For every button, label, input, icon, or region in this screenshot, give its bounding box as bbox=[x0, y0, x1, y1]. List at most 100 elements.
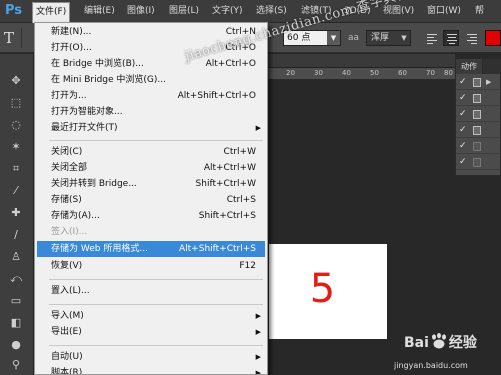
lasso-tool-icon[interactable]: ◌ bbox=[9, 118, 23, 132]
action-row[interactable]: ✓ bbox=[456, 107, 501, 122]
action-row[interactable]: ✓ bbox=[456, 91, 501, 106]
marquee-tool-icon[interactable]: ⬚ bbox=[9, 96, 23, 110]
text-color-swatch[interactable] bbox=[485, 30, 501, 46]
menu-type[interactable]: 文字(Y) bbox=[209, 3, 246, 20]
menu-item-label: 关闭全部 bbox=[51, 163, 88, 173]
ruler-label: 80 bbox=[444, 69, 453, 77]
menu-item-automate[interactable]: 自动(U) ▶ bbox=[37, 349, 265, 365]
dialog-toggle-icon[interactable] bbox=[473, 110, 481, 119]
menu-item-browse-bridge[interactable]: 在 Bridge 中浏览(B)... Alt+Ctrl+O bbox=[37, 56, 265, 72]
menu-item-import[interactable]: 导入(M) ▶ bbox=[37, 308, 265, 324]
action-row[interactable]: ✓ bbox=[456, 139, 501, 154]
ruler-label: 70 bbox=[426, 69, 435, 77]
magic-wand-icon[interactable]: ✶ bbox=[9, 140, 23, 154]
checkmark-icon[interactable]: ✓ bbox=[459, 140, 467, 153]
menu-item-revert[interactable]: 恢复(V) F12 bbox=[37, 258, 265, 274]
menu-item-label: 脚本(R) bbox=[51, 368, 83, 375]
menu-separator bbox=[49, 304, 263, 305]
dialog-toggle-icon[interactable] bbox=[473, 158, 481, 167]
ruler-label: 60 bbox=[398, 69, 407, 77]
align-right-button[interactable] bbox=[463, 30, 479, 46]
healing-brush-icon[interactable]: ✚ bbox=[9, 206, 23, 220]
menu-help[interactable]: 帮 bbox=[472, 3, 487, 20]
checkmark-icon[interactable]: ✓ bbox=[459, 124, 467, 137]
menu-item-shortcut: Alt+Ctrl+W bbox=[203, 163, 256, 173]
dialog-toggle-icon[interactable] bbox=[473, 78, 481, 87]
menu-edit[interactable]: 编辑(E) bbox=[81, 3, 118, 20]
paw-icon bbox=[431, 333, 446, 349]
menu-item-shortcut: Ctrl+S bbox=[226, 195, 256, 205]
menu-item-open-as[interactable]: 打开为... Alt+Shift+Ctrl+O bbox=[37, 88, 265, 104]
action-row[interactable]: ✓ bbox=[456, 123, 501, 138]
actions-panel: 动作 ✓ ▶ ✓ ✓ ✓ ✓ ✓ bbox=[455, 58, 501, 176]
menu-item-recent-files[interactable]: 最近打开文件(T) ▶ bbox=[37, 120, 265, 136]
menu-separator bbox=[49, 345, 263, 346]
checkmark-icon[interactable]: ✓ bbox=[459, 76, 467, 89]
menu-item-label: 存储(S) bbox=[51, 195, 82, 205]
dodge-tool-icon[interactable]: ⚲ bbox=[9, 358, 23, 372]
menu-item-scripts[interactable]: 脚本(R) ▶ bbox=[37, 365, 265, 375]
tab-actions[interactable]: 动作 bbox=[456, 59, 483, 74]
dialog-toggle-icon[interactable] bbox=[473, 142, 481, 151]
menu-item-close-all[interactable]: 关闭全部 Alt+Ctrl+W bbox=[37, 160, 265, 176]
checkmark-icon[interactable]: ✓ bbox=[459, 92, 467, 105]
antialias-value: 浑厚 bbox=[371, 33, 390, 43]
dialog-toggle-icon[interactable] bbox=[473, 126, 481, 135]
menu-item-save[interactable]: 存储(S) Ctrl+S bbox=[37, 192, 265, 208]
menu-item-label: 最近打开文件(T) bbox=[51, 123, 118, 133]
menu-image[interactable]: 图像(I) bbox=[124, 3, 158, 20]
antialias-icon: aa bbox=[348, 33, 360, 43]
menu-item-label: 在 Mini Bridge 中浏览(G)... bbox=[51, 75, 166, 85]
gradient-tool-icon[interactable]: ◧ bbox=[9, 316, 23, 330]
menu-item-open-smart-object[interactable]: 打开为智能对象... bbox=[37, 104, 265, 120]
history-brush-icon[interactable]: ⤺ bbox=[9, 272, 23, 286]
antialias-select[interactable]: 浑厚 ▼ bbox=[366, 30, 411, 46]
submenu-arrow-icon: ▶ bbox=[255, 328, 261, 336]
submenu-arrow-icon: ▶ bbox=[255, 124, 261, 132]
menu-item-label: 导出(E) bbox=[51, 327, 82, 337]
menu-item-shortcut: Alt+Ctrl+O bbox=[205, 59, 256, 69]
menu-item-save-for-web[interactable]: 存储为 Web 所用格式... Alt+Shift+Ctrl+S bbox=[37, 241, 265, 257]
menu-item-label: 关闭并转到 Bridge... bbox=[51, 179, 137, 189]
menu-item-browse-mini-bridge[interactable]: 在 Mini Bridge 中浏览(G)... bbox=[37, 72, 265, 88]
dialog-toggle-icon[interactable] bbox=[473, 94, 481, 103]
ruler-label: 40 bbox=[342, 69, 351, 77]
menu-item-close-go-bridge[interactable]: 关闭并转到 Bridge... Shift+Ctrl+W bbox=[37, 176, 265, 192]
menu-item-label: 打开(O)... bbox=[51, 43, 92, 53]
clone-stamp-icon[interactable]: ♙ bbox=[9, 250, 23, 264]
checkmark-icon[interactable]: ✓ bbox=[459, 108, 467, 121]
action-row[interactable]: ✓ bbox=[456, 155, 501, 170]
menu-window[interactable]: 窗口(W) bbox=[424, 3, 464, 20]
checkmark-icon[interactable]: ✓ bbox=[459, 156, 467, 169]
move-tool-icon[interactable]: ✥ bbox=[9, 74, 23, 88]
submenu-arrow-icon: ▶ bbox=[255, 353, 261, 361]
menu-bar: Ps 文件(F) 编辑(E) 图像(I) 图层(L) 文字(Y) 选择(S) 滤… bbox=[0, 0, 501, 23]
ruler-label: 50 bbox=[370, 69, 379, 77]
menu-item-close[interactable]: 关闭(C) Ctrl+W bbox=[37, 144, 265, 160]
menu-item-place[interactable]: 置入(L)... bbox=[37, 283, 265, 299]
brush-tool-icon[interactable]: ∕ bbox=[9, 228, 23, 242]
expand-arrow-icon[interactable]: ▶ bbox=[486, 76, 491, 89]
menu-item-shortcut: Shift+Ctrl+W bbox=[195, 179, 256, 189]
document-canvas[interactable]: 5 bbox=[269, 244, 387, 339]
ruler-label: 30 bbox=[314, 69, 323, 77]
menu-item-save-as[interactable]: 存储为(A)... Shift+Ctrl+S bbox=[37, 208, 265, 224]
menu-item-shortcut: Shift+Ctrl+S bbox=[198, 211, 256, 221]
align-center-button[interactable] bbox=[443, 30, 459, 46]
menu-item-export[interactable]: 导出(E) ▶ bbox=[37, 324, 265, 340]
chevron-down-icon[interactable]: ▼ bbox=[327, 31, 340, 45]
menu-item-label: 打开为智能对象... bbox=[51, 107, 123, 117]
menu-item-label: 恢复(V) bbox=[51, 261, 83, 271]
action-row[interactable]: ✓ ▶ bbox=[456, 75, 501, 90]
menu-layer[interactable]: 图层(L) bbox=[166, 3, 202, 20]
blur-tool-icon[interactable]: ● bbox=[9, 338, 23, 352]
eyedropper-icon[interactable]: ⁄ bbox=[9, 184, 23, 198]
menu-file[interactable]: 文件(F) bbox=[32, 2, 71, 23]
text-tool-icon[interactable]: T bbox=[4, 28, 22, 48]
eraser-tool-icon[interactable]: ▭ bbox=[9, 294, 23, 308]
watermark-brand-right: 经验 bbox=[448, 335, 477, 351]
menu-item-label: 导入(M) bbox=[51, 311, 84, 321]
crop-tool-icon[interactable]: ⌗ bbox=[9, 162, 23, 176]
align-left-button[interactable] bbox=[423, 30, 439, 46]
menu-item-label: 打开为... bbox=[51, 91, 87, 101]
